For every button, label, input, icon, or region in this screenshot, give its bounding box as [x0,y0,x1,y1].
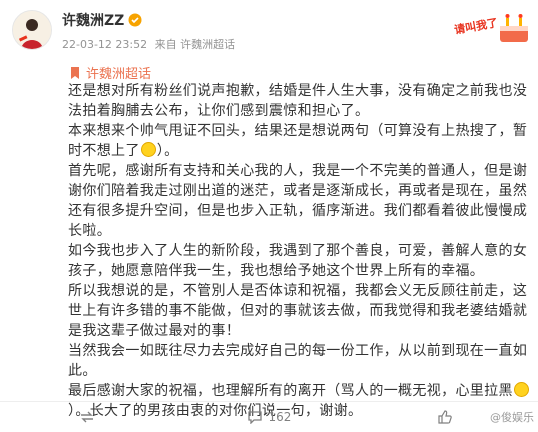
paragraph-decision: 所以我想说的是，不管別人是否体谅和祝福，我都会义无反顾往前走，这世上有许多错的事… [68,283,528,339]
author-name-text[interactable]: 许魏洲ZZ [62,10,124,30]
comment-count: 162 [268,410,292,424]
paragraph-thanks: 首先呢，感谢所有支持和关心我的人，我是一个不完美的普通人，但是谢谢你们陪着我走过… [68,163,528,239]
action-bar: 162 [0,402,538,432]
paragraph-certificate: 本来想来个帅气甩证不回头，结果还是想说两句（可算没有上热搜了，暂时不想上了）。 [68,121,534,161]
comment-button[interactable]: 162 [179,402,358,432]
post-content: 还是想对所有粉丝们说声抱歉，结婚是件人生大事，没有确定之前我也没法拍着胸脯去公布… [68,81,534,421]
comment-icon [247,411,262,424]
avatar-image [13,11,51,49]
drool-emoji-icon [513,382,529,397]
repost-icon [80,411,93,423]
verified-badge-icon [128,13,142,27]
repost-button[interactable] [0,402,179,432]
post-header: 许魏洲ZZ 22-03-12 23:52 来自 许魏洲超话 请叫我了 [0,0,538,58]
post-timestamp[interactable]: 22-03-12 23:52 [62,38,147,51]
paragraph-new-stage: 如今我也步入了人生的新阶段，我遇到了那个善良，可爱，善解人意的女孩子，她愿意陪伴… [68,243,528,279]
cake-icon [500,14,528,42]
paragraph-closing-text: 最后感谢大家的祝福，也理解所有的离开（骂人的一概无视，心里拉黑 [68,383,513,399]
fan-badge-decoration: 请叫我了 [453,8,532,48]
supertopic-icon [71,66,79,79]
supertopic-label[interactable]: 许魏洲超话 [86,63,151,82]
watermark: @俊娱乐 [490,411,534,424]
author-name[interactable]: 许魏洲ZZ [62,10,142,30]
paragraph-apology: 还是想对所有粉丝们说声抱歉，结婚是件人生大事，没有确定之前我也没法拍着胸脯去公布… [68,83,528,119]
paragraph-work: 当然我会一如既往尽力去完成好自己的每一份工作，从以前到现在一直如此。 [68,343,528,379]
paragraph-certificate-text: 本来想来个帅气甩证不回头，结果还是想说两句（可算没有上热搜了，暂时不想上了 [68,123,528,159]
paragraph-certificate-end: ）。 [156,143,179,159]
like-icon [438,410,453,424]
fan-badge-text: 请叫我了 [453,16,499,37]
grin-emoji-icon [140,142,156,157]
post-source: 来自 许魏洲超话 [154,38,236,51]
avatar[interactable] [12,10,52,50]
post-meta: 22-03-12 23:52 来自 许魏洲超话 [62,36,239,52]
supertopic-link[interactable]: 许魏洲超话 [68,63,151,82]
